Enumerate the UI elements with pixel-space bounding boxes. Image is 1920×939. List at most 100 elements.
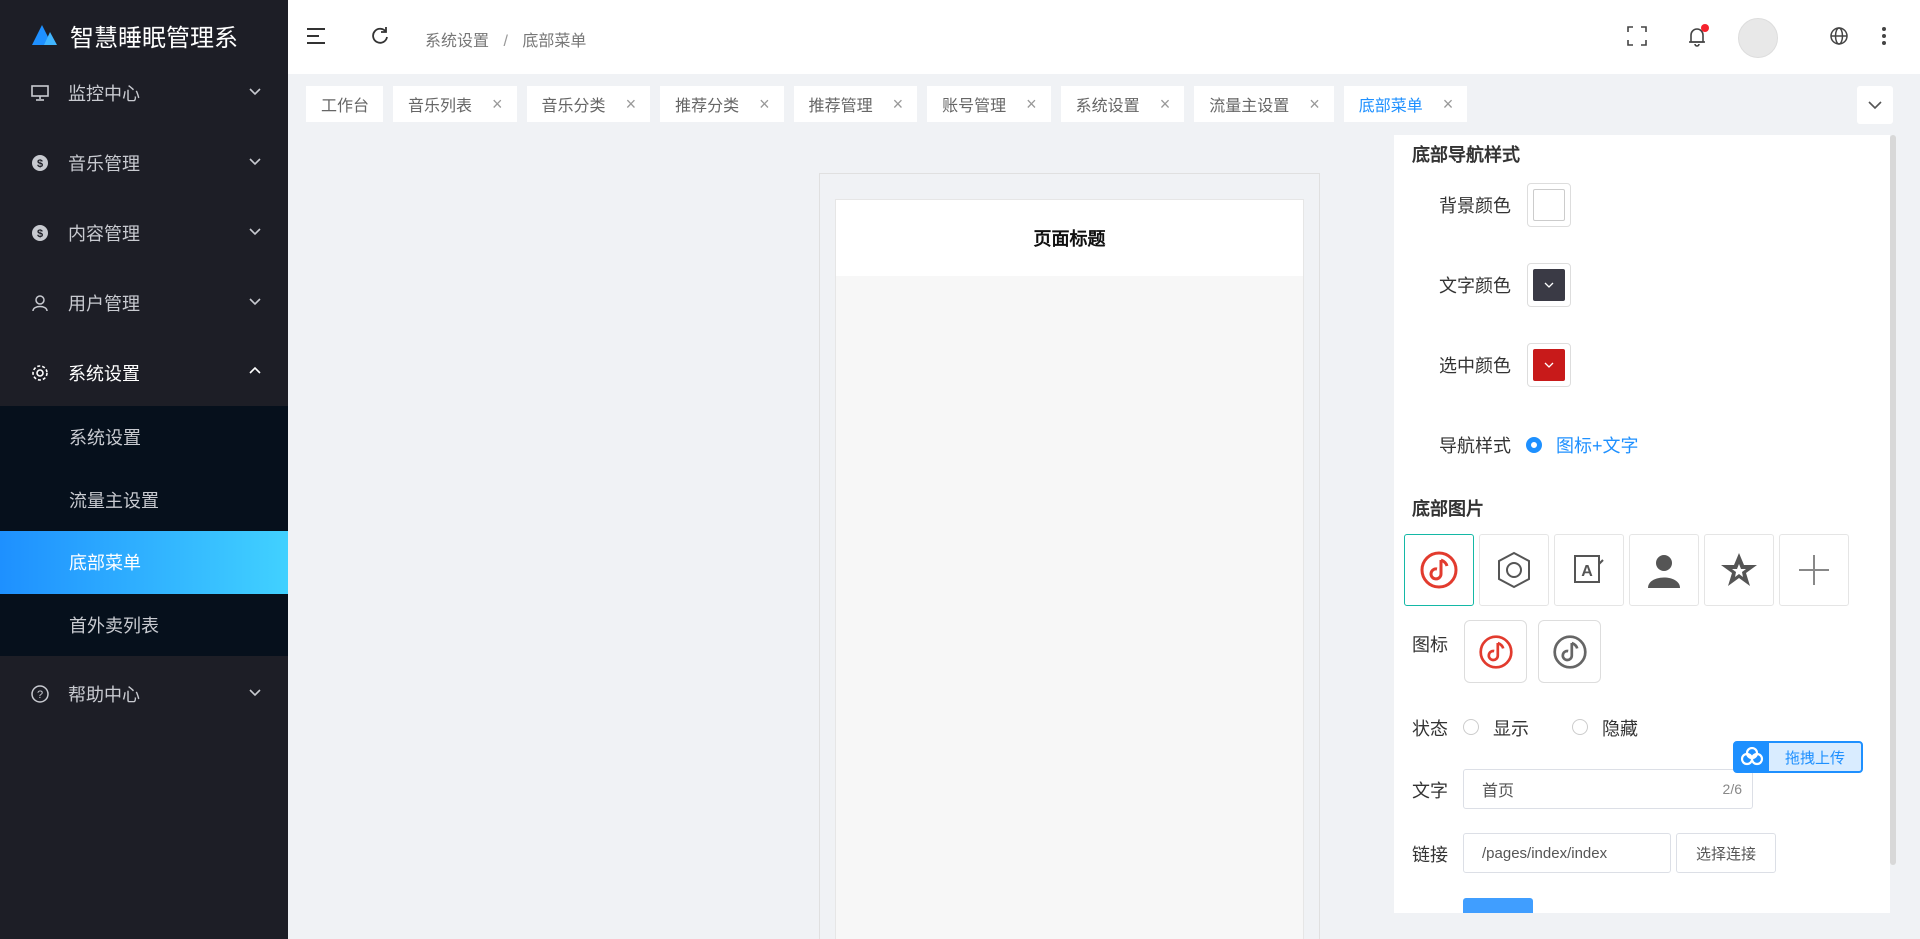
chevron-down-icon	[1544, 362, 1554, 368]
person-icon	[1648, 555, 1680, 588]
help-icon: ?	[30, 684, 50, 704]
tab-label: 底部菜单	[1358, 98, 1423, 115]
settings-submenu: 系统设置 流量主设置 底部菜单 首外卖列表	[0, 406, 288, 656]
sidebar: 智慧睡眠管理系 监控中心 $ 音乐管理 $ 内容管理 用户管理 系统设置 系统设…	[0, 0, 288, 939]
icon-default-state[interactable]	[1538, 620, 1601, 683]
selected-color-swatch	[1533, 349, 1565, 381]
bottom-image-text-editor[interactable]: A	[1554, 534, 1624, 606]
monitor-icon	[30, 83, 50, 103]
sidebar-item-label: 帮助中心	[68, 685, 140, 705]
icon-selected-state[interactable]	[1464, 620, 1527, 683]
phone-preview: 页面标题	[835, 199, 1304, 939]
hexagon-icon	[1498, 551, 1530, 589]
breadcrumb-item[interactable]: 系统设置	[425, 33, 489, 50]
tab-label: 音乐分类	[541, 98, 606, 115]
bottom-image-music[interactable]	[1404, 534, 1474, 606]
refresh-icon[interactable]	[370, 26, 390, 46]
close-icon[interactable]: ×	[1160, 95, 1171, 113]
status-hide-radio[interactable]	[1572, 719, 1588, 735]
text-color-label: 文字颜色	[1439, 276, 1511, 296]
submenu-item-takeout-list[interactable]: 首外卖列表	[0, 594, 288, 657]
close-icon[interactable]: ×	[492, 95, 503, 113]
dollar-icon: $	[30, 223, 50, 243]
tab-traffic-settings[interactable]: 流量主设置 ×	[1194, 86, 1334, 122]
chevron-up-icon	[249, 366, 261, 374]
tabs-dropdown-button[interactable]	[1857, 86, 1893, 124]
bottom-image-star[interactable]	[1704, 534, 1774, 606]
sidebar-item-settings[interactable]: 系统设置	[0, 338, 288, 408]
text-color-picker[interactable]	[1527, 263, 1571, 307]
status-show-radio[interactable]	[1463, 719, 1479, 735]
close-icon[interactable]: ×	[893, 95, 904, 113]
close-icon[interactable]: ×	[1309, 95, 1320, 113]
text-label: 文字	[1412, 781, 1448, 801]
top-header: 系统设置 / 底部菜单	[288, 0, 1920, 74]
sidebar-item-users[interactable]: 用户管理	[0, 268, 288, 338]
tab-bottom-menu[interactable]: 底部菜单 ×	[1343, 86, 1468, 122]
fullscreen-icon[interactable]	[1627, 26, 1647, 46]
sidebar-item-music[interactable]: $ 音乐管理	[0, 128, 288, 198]
link-input[interactable]: /pages/index/index	[1463, 833, 1671, 873]
bg-color-picker[interactable]	[1527, 183, 1571, 227]
close-icon[interactable]: ×	[1026, 95, 1037, 113]
bottom-image-hexagon[interactable]	[1479, 534, 1549, 606]
nav-style-option-label[interactable]: 图标+文字	[1556, 432, 1639, 458]
submit-button[interactable]	[1463, 898, 1533, 913]
chevron-down-icon	[249, 228, 261, 236]
tab-account-manage[interactable]: 账号管理 ×	[927, 86, 1051, 122]
icon-label: 图标	[1412, 635, 1448, 655]
tab-music-list[interactable]: 音乐列表 ×	[393, 86, 517, 122]
add-image-button[interactable]	[1779, 534, 1849, 606]
status-show-label[interactable]: 显示	[1493, 715, 1529, 741]
svg-text:?: ?	[37, 689, 43, 701]
submenu-label: 首外卖列表	[69, 615, 159, 636]
selected-color-label: 选中颜色	[1439, 356, 1511, 376]
globe-icon[interactable]	[1829, 26, 1849, 46]
sidebar-item-content[interactable]: $ 内容管理	[0, 198, 288, 268]
svg-text:$: $	[37, 228, 43, 240]
dollar-icon: $	[30, 153, 50, 173]
status-hide-label[interactable]: 隐藏	[1602, 715, 1638, 741]
sidebar-item-monitor[interactable]: 监控中心	[0, 58, 288, 128]
submenu-label: 流量主设置	[69, 490, 159, 511]
sidebar-item-label: 内容管理	[68, 224, 140, 244]
tab-system-settings[interactable]: 系统设置 ×	[1060, 86, 1185, 122]
tab-label: 账号管理	[942, 98, 1007, 115]
settings-panel: 底部导航样式 背景颜色 文字颜色 选中颜色 导航样式 图标+文字 底部图片 A …	[1394, 135, 1890, 913]
tab-recommend-manage[interactable]: 推荐管理 ×	[793, 86, 918, 122]
drag-upload-badge[interactable]: 拖拽上传	[1733, 741, 1863, 773]
breadcrumb-separator: /	[503, 33, 508, 50]
submenu-item-traffic-settings[interactable]: 流量主设置	[0, 469, 288, 532]
submenu-item-bottom-menu[interactable]: 底部菜单	[0, 531, 288, 594]
tab-workbench[interactable]: 工作台	[306, 86, 384, 122]
tab-label: 工作台	[321, 98, 370, 115]
submenu-item-system-settings[interactable]: 系统设置	[0, 406, 288, 469]
breadcrumb-item-current: 底部菜单	[522, 33, 587, 50]
chevron-down-icon	[249, 88, 261, 96]
music-disc-icon	[1552, 634, 1587, 669]
selected-color-picker[interactable]	[1527, 343, 1571, 387]
nav-style-title: 底部导航样式	[1412, 145, 1520, 165]
phone-page-title: 页面标题	[836, 200, 1303, 276]
tab-label: 推荐管理	[808, 98, 873, 115]
sidebar-item-help[interactable]: ? 帮助中心	[0, 659, 288, 729]
panel-scrollbar[interactable]	[1890, 135, 1896, 865]
menu-toggle-icon[interactable]	[306, 27, 326, 45]
more-vertical-icon[interactable]	[1880, 26, 1888, 46]
text-input[interactable]: 首页 2/6	[1463, 769, 1753, 809]
close-icon[interactable]: ×	[759, 95, 770, 113]
tab-music-category[interactable]: 音乐分类 ×	[526, 86, 651, 122]
close-icon[interactable]: ×	[626, 95, 637, 113]
submenu-label: 系统设置	[69, 428, 141, 449]
nav-style-radio[interactable]	[1526, 437, 1542, 453]
bg-color-swatch	[1533, 189, 1565, 221]
gear-icon	[30, 363, 50, 383]
bottom-image-person[interactable]	[1629, 534, 1699, 606]
user-icon	[30, 293, 50, 313]
select-link-button[interactable]: 选择连接	[1676, 833, 1776, 873]
chevron-down-icon	[249, 298, 261, 306]
tab-recommend-category[interactable]: 推荐分类 ×	[660, 86, 784, 122]
avatar[interactable]	[1738, 18, 1778, 58]
chevron-down-icon	[249, 689, 261, 697]
close-icon[interactable]: ×	[1443, 95, 1454, 113]
